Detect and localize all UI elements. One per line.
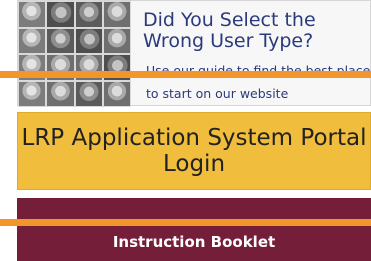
portrait-tile xyxy=(75,2,102,27)
portrait-tile xyxy=(103,28,130,53)
orange-divider-bar xyxy=(0,71,371,78)
portrait-tile xyxy=(19,28,46,53)
portrait-tile xyxy=(47,2,74,27)
page: Did You Select the Wrong User Type? Use … xyxy=(0,0,371,261)
portrait-tile xyxy=(47,28,74,53)
portrait-tile xyxy=(103,81,130,106)
portrait-tile xyxy=(75,28,102,53)
card-title[interactable]: Did You Select the Wrong User Type? xyxy=(143,10,368,52)
card-subtitle[interactable]: Use our guide to find the best place to … xyxy=(146,59,371,105)
wrong-user-type-card[interactable]: Did You Select the Wrong User Type? Use … xyxy=(17,0,371,107)
portal-login-button[interactable]: LRP Application System Portal Login xyxy=(17,112,371,190)
portrait-tile xyxy=(47,81,74,106)
portal-login-label: LRP Application System Portal Login xyxy=(21,125,367,177)
instruction-booklet-button[interactable]: Instruction Booklet xyxy=(17,198,371,261)
orange-divider-bar xyxy=(0,219,371,226)
portrait-tile xyxy=(103,2,130,27)
booklet-label: Instruction Booklet xyxy=(112,233,276,251)
portrait-tile xyxy=(75,81,102,106)
people-collage-image xyxy=(18,1,131,107)
portrait-tile xyxy=(19,81,46,106)
portrait-tile xyxy=(19,2,46,27)
